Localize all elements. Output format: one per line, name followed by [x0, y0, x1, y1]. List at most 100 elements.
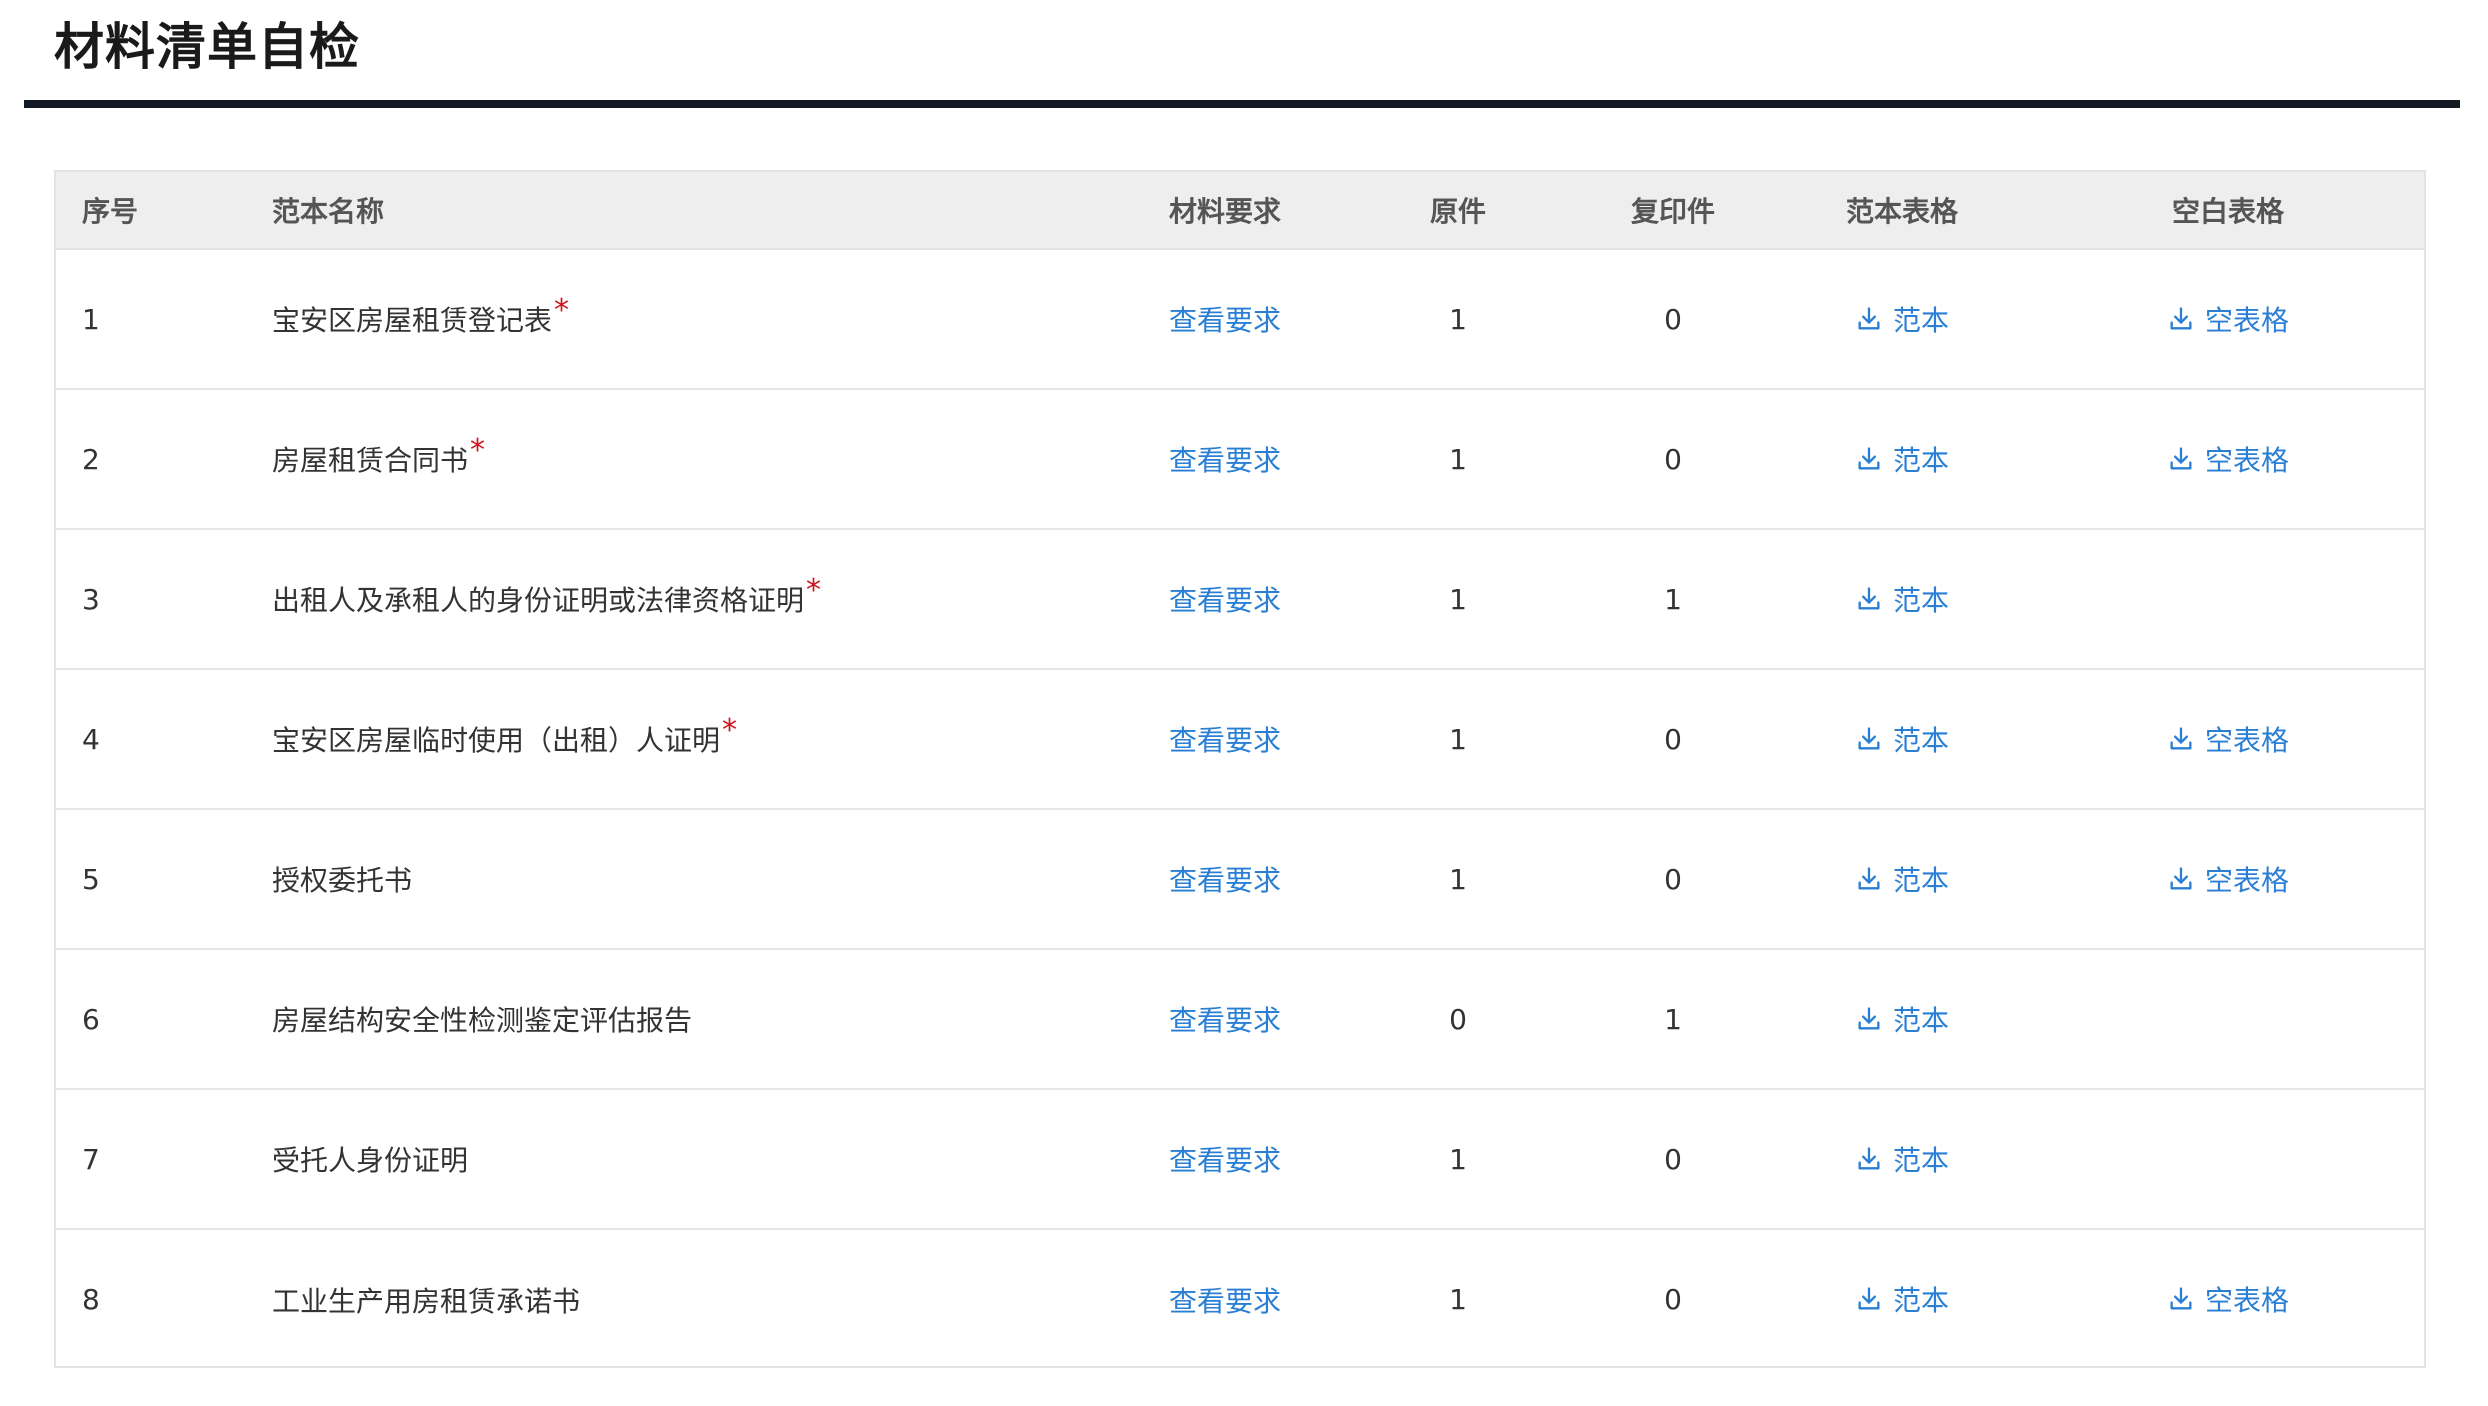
blank-form-download-link[interactable]: 空表格: [2167, 299, 2289, 339]
cell-copy-count: 0: [1574, 249, 1772, 390]
cell-requirement: 查看要求: [1108, 529, 1342, 670]
view-requirement-link[interactable]: 查看要求: [1169, 724, 1281, 757]
column-header-copy: 复印件: [1574, 172, 1772, 250]
required-asterisk: *: [470, 433, 486, 468]
view-requirement-link[interactable]: 查看要求: [1169, 1144, 1281, 1177]
cell-index: 5: [56, 809, 272, 950]
material-name: 宝安区房屋临时使用（出租）人证明: [272, 724, 721, 757]
download-icon: [2167, 445, 2195, 473]
sample-download-link[interactable]: 范本: [1855, 719, 1949, 759]
view-requirement-link[interactable]: 查看要求: [1169, 304, 1281, 337]
sample-link-label: 范本: [1892, 443, 1949, 477]
cell-sample: 范本: [1772, 529, 2032, 670]
view-requirement-link[interactable]: 查看要求: [1169, 584, 1281, 617]
cell-blank-form: [2032, 1089, 2424, 1230]
column-header-sample: 范本表格: [1772, 172, 2032, 250]
cell-name: 宝安区房屋临时使用（出租）人证明*: [272, 669, 1108, 810]
material-name: 宝安区房屋租赁登记表: [272, 304, 553, 337]
cell-copy-count: 0: [1574, 1089, 1772, 1230]
table-row: 7 受托人身份证明 查看要求 1 0 范本: [56, 1089, 2424, 1230]
table-row: 2 房屋租赁合同书* 查看要求 1 0 范本 空表格: [56, 389, 2424, 530]
cell-copy-count: 0: [1574, 809, 1772, 950]
page-title: 材料清单自检: [54, 18, 360, 76]
cell-sample: 范本: [1772, 249, 2032, 390]
column-header-original: 原件: [1342, 172, 1574, 250]
cell-blank-form: 空表格: [2032, 669, 2424, 810]
view-requirement-link[interactable]: 查看要求: [1169, 864, 1281, 897]
download-icon: [1855, 585, 1883, 613]
cell-requirement: 查看要求: [1108, 1229, 1342, 1366]
blank-form-download-link[interactable]: 空表格: [2167, 1279, 2289, 1319]
download-icon: [1855, 445, 1883, 473]
cell-original-count: 1: [1342, 669, 1574, 810]
column-header-name: 范本名称: [272, 172, 1108, 250]
page-header: 材料清单自检: [24, 0, 2460, 108]
sample-link-label: 范本: [1892, 863, 1949, 897]
sample-download-link[interactable]: 范本: [1855, 579, 1949, 619]
column-header-requirement: 材料要求: [1108, 172, 1342, 250]
cell-original-count: 1: [1342, 809, 1574, 950]
cell-blank-form: 空表格: [2032, 249, 2424, 390]
table-row: 4 宝安区房屋临时使用（出租）人证明* 查看要求 1 0 范本 空表格: [56, 669, 2424, 810]
download-icon: [2167, 865, 2195, 893]
cell-sample: 范本: [1772, 949, 2032, 1090]
cell-index: 1: [56, 249, 272, 390]
blank-form-download-link[interactable]: 空表格: [2167, 719, 2289, 759]
cell-sample: 范本: [1772, 1089, 2032, 1230]
cell-original-count: 1: [1342, 389, 1574, 530]
material-name: 工业生产用房租赁承诺书: [272, 1284, 581, 1318]
download-icon: [1855, 305, 1883, 333]
blank-form-download-link[interactable]: 空表格: [2167, 859, 2289, 899]
view-requirement-link[interactable]: 查看要求: [1169, 1004, 1281, 1037]
cell-original-count: 1: [1342, 529, 1574, 670]
cell-original-count: 1: [1342, 249, 1574, 390]
materials-table: 序号 范本名称 材料要求 原件 复印件 范本表格 空白表格 1 宝安区房屋租赁登记…: [54, 170, 2426, 1368]
cell-index: 4: [56, 669, 272, 810]
material-name: 受托人身份证明: [272, 1144, 469, 1177]
table-row: 5 授权委托书 查看要求 1 0 范本 空表格: [56, 809, 2424, 950]
sample-download-link[interactable]: 范本: [1855, 1139, 1949, 1179]
materials-table-grid: 序号 范本名称 材料要求 原件 复印件 范本表格 空白表格 1 宝安区房屋租赁登记…: [56, 172, 2424, 1366]
sample-link-label: 范本: [1892, 1284, 1949, 1317]
cell-name: 工业生产用房租赁承诺书: [272, 1229, 1108, 1366]
table-body: 1 宝安区房屋租赁登记表* 查看要求 1 0 范本 空表格 2 房屋租赁合同书* 查看要求 1 0 范本…: [56, 249, 2424, 1366]
cell-blank-form: 空表格: [2032, 809, 2424, 950]
blank-form-link-label: 空表格: [2204, 1284, 2289, 1317]
table-row: 6 房屋结构安全性检测鉴定评估报告 查看要求 0 1 范本: [56, 949, 2424, 1090]
required-asterisk: *: [554, 293, 570, 328]
view-requirement-link[interactable]: 查看要求: [1169, 1285, 1281, 1318]
blank-form-link-label: 空表格: [2204, 863, 2289, 897]
cell-name: 受托人身份证明: [272, 1089, 1108, 1230]
cell-sample: 范本: [1772, 809, 2032, 950]
sample-download-link[interactable]: 范本: [1855, 1279, 1949, 1319]
cell-index: 6: [56, 949, 272, 1090]
cell-index: 8: [82, 1283, 100, 1316]
cell-copy-count: 1: [1574, 949, 1772, 1090]
cell-blank-form: 空表格: [2032, 389, 2424, 530]
cell-name: 房屋结构安全性检测鉴定评估报告: [272, 949, 1108, 1090]
cell-name: 出租人及承租人的身份证明或法律资格证明*: [272, 529, 1108, 670]
cell-requirement: 查看要求: [1108, 669, 1342, 810]
sample-download-link[interactable]: 范本: [1855, 299, 1949, 339]
sample-download-link[interactable]: 范本: [1855, 859, 1949, 899]
cell-index: 2: [56, 389, 272, 530]
cell-index: 3: [56, 529, 272, 670]
required-asterisk: *: [806, 573, 822, 608]
sample-link-label: 范本: [1892, 1003, 1949, 1037]
sample-download-link[interactable]: 范本: [1855, 999, 1949, 1039]
download-icon: [2167, 305, 2195, 333]
table-header-row: 序号 范本名称 材料要求 原件 复印件 范本表格 空白表格: [56, 172, 2424, 250]
table-row: 8 工业生产用房租赁承诺书 查看要求 1 0 范本 空表格: [56, 1229, 2424, 1366]
view-requirement-link[interactable]: 查看要求: [1169, 444, 1281, 477]
material-name: 出租人及承租人的身份证明或法律资格证明: [272, 584, 805, 617]
cell-name: 宝安区房屋租赁登记表*: [272, 249, 1108, 390]
cell-copy-count: 0: [1664, 1283, 1682, 1316]
blank-form-download-link[interactable]: 空表格: [2167, 439, 2289, 479]
blank-form-link-label: 空表格: [2204, 723, 2289, 757]
cell-requirement: 查看要求: [1108, 249, 1342, 390]
cell-name: 房屋租赁合同书*: [272, 389, 1108, 530]
cell-copy-count: 0: [1574, 669, 1772, 810]
cell-copy-count: 1: [1574, 529, 1772, 670]
cell-blank-form: 空表格: [2032, 1229, 2424, 1366]
sample-download-link[interactable]: 范本: [1855, 439, 1949, 479]
